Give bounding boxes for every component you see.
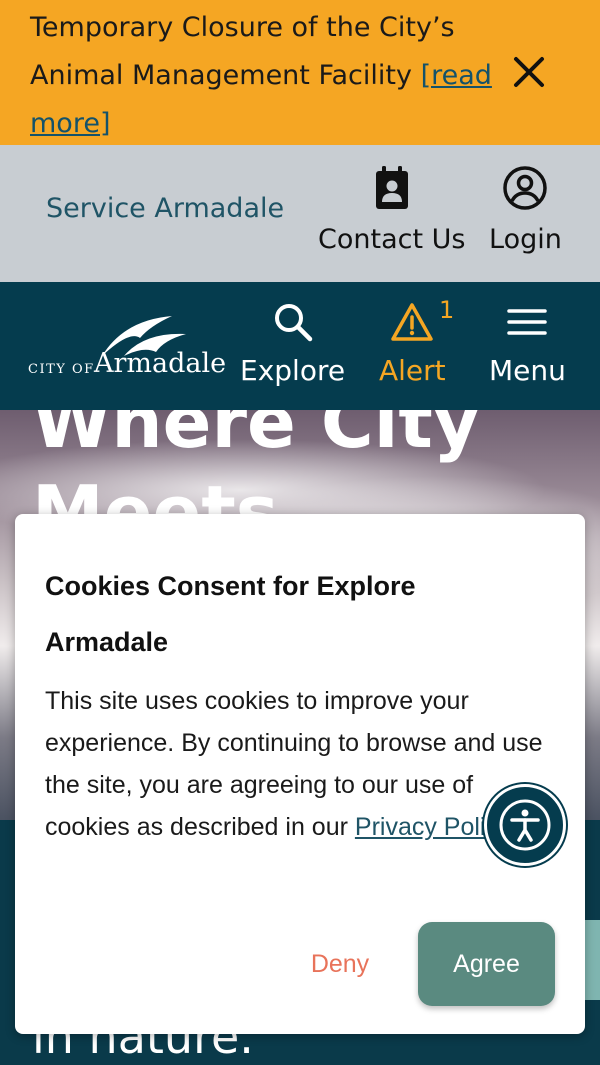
login-button[interactable]: Login: [489, 160, 562, 255]
banner-text: Temporary Closure of the City’s Animal M…: [30, 12, 455, 91]
alert-count-badge: 1: [439, 296, 455, 324]
login-label: Login: [489, 224, 562, 255]
explore-label: Explore: [240, 354, 346, 387]
contact-book-icon: [370, 160, 414, 216]
hero-accent-strip: [583, 920, 600, 1000]
accessibility-button[interactable]: [484, 784, 566, 866]
cookie-dialog-body: This site uses cookies to improve your e…: [45, 680, 560, 848]
hamburger-menu-icon: [507, 296, 548, 348]
contact-us-label: Contact Us: [318, 224, 466, 255]
menu-button[interactable]: Menu: [489, 296, 566, 387]
cookie-dialog-title: Cookies Consent for Explore Armadale: [45, 571, 416, 657]
hero-heading-line-1: Where City: [32, 410, 480, 464]
logo-city-of-text: CITY OF: [28, 362, 95, 377]
contact-us-button[interactable]: Contact Us: [318, 160, 465, 255]
deny-button[interactable]: Deny: [295, 942, 385, 986]
explore-button[interactable]: Explore: [240, 296, 345, 387]
alert-banner: Temporary Closure of the City’s Animal M…: [0, 0, 600, 145]
menu-label: Menu: [489, 354, 566, 387]
banner-message: Temporary Closure of the City’s Animal M…: [30, 4, 500, 148]
alert-button[interactable]: 1 Alert: [379, 296, 454, 387]
city-of-armadale-logo[interactable]: CITY OF Armadale: [28, 310, 227, 390]
agree-button[interactable]: Agree: [418, 922, 555, 1006]
warning-icon: 1: [390, 296, 454, 348]
alert-label: Alert: [379, 354, 446, 387]
search-icon: [272, 296, 314, 348]
service-armadale-link[interactable]: Service Armadale: [46, 193, 284, 224]
close-icon[interactable]: [505, 48, 553, 96]
accessibility-person-icon: [499, 799, 551, 851]
user-circle-icon: [502, 160, 548, 216]
logo-armadale-text: Armadale: [94, 348, 227, 379]
cookie-consent-dialog: Cookies Consent for Explore Armadale Thi…: [15, 514, 585, 1034]
